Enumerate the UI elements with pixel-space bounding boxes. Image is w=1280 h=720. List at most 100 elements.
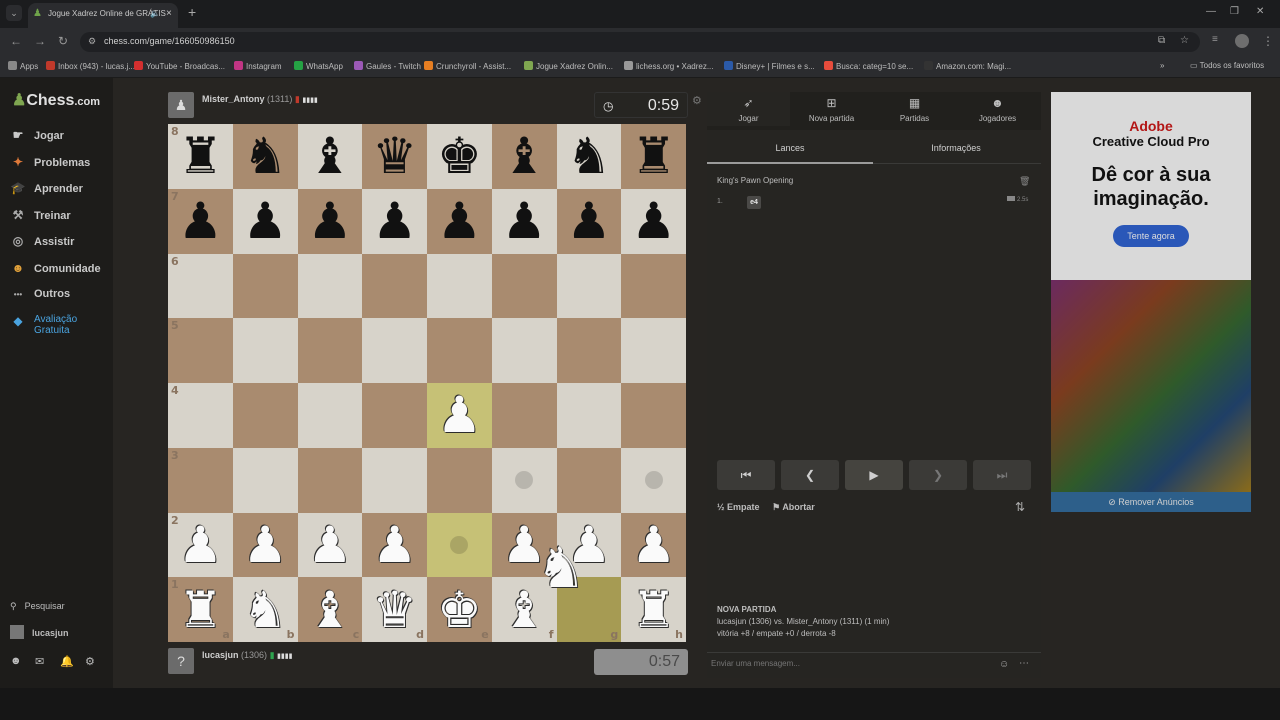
black-king[interactable]: ♚ bbox=[437, 131, 482, 181]
previous-move-button[interactable]: ❮ bbox=[781, 460, 839, 490]
profile-avatar[interactable] bbox=[1235, 34, 1249, 48]
tab-jogadores[interactable]: ☻ Jogadores bbox=[956, 96, 1039, 123]
ad-cta-button[interactable]: Tente agora bbox=[1113, 225, 1189, 247]
bookmark-item[interactable]: Instagram bbox=[234, 61, 282, 71]
new-tab-icon[interactable]: + bbox=[188, 4, 196, 20]
square-b1[interactable]: b ♞ bbox=[232, 577, 298, 642]
square-b4[interactable] bbox=[232, 383, 298, 448]
square-h5[interactable] bbox=[621, 318, 686, 383]
square-c8[interactable]: ♝ bbox=[297, 124, 363, 189]
square-g8[interactable]: ♞ bbox=[556, 124, 622, 189]
bookmark-item[interactable]: Inbox (943) - lucas.j... bbox=[46, 61, 135, 71]
square-h8[interactable]: ♜ bbox=[621, 124, 686, 189]
bookmark-item[interactable]: Disney+ | Filmes e s... bbox=[724, 61, 815, 71]
black-pawn[interactable]: ♟ bbox=[502, 196, 547, 246]
square-g7[interactable]: ♟ bbox=[556, 188, 622, 254]
sidebar-item-jogar[interactable]: ☛ Jogar bbox=[10, 128, 64, 142]
black-pawn[interactable]: ♟ bbox=[307, 196, 352, 246]
emoji-icon[interactable]: ☺ bbox=[999, 659, 1009, 670]
sidebar-item-aprender[interactable]: 🎓 Aprender bbox=[10, 181, 83, 195]
bookmark-item[interactable]: Gaules - Twitch bbox=[354, 61, 421, 71]
black-knight[interactable]: ♞ bbox=[243, 131, 288, 181]
opening-name[interactable]: King's Pawn Opening bbox=[717, 176, 793, 185]
sidebar-item-treinar[interactable]: ⚒ Treinar bbox=[10, 208, 71, 222]
notifications-icon[interactable]: 🔔 bbox=[60, 655, 74, 668]
square-h4[interactable] bbox=[621, 383, 686, 448]
square-e3[interactable] bbox=[427, 447, 492, 513]
speaker-icon[interactable]: 🔈 bbox=[150, 3, 160, 25]
sidebar-item-outros[interactable]: ••• Outros bbox=[10, 288, 70, 300]
sidebar-item-comunidade[interactable]: ☻ Comunidade bbox=[10, 261, 101, 275]
square-a3[interactable]: 3 bbox=[168, 447, 233, 513]
white-knight[interactable]: ♞ bbox=[243, 585, 288, 635]
more-options-icon[interactable]: ⋯ bbox=[1019, 658, 1029, 669]
install-icon[interactable]: ⧉ bbox=[1158, 35, 1165, 46]
close-tab-icon[interactable]: × bbox=[166, 3, 172, 25]
square-d7[interactable]: ♟ bbox=[362, 188, 427, 254]
tab-lances[interactable]: Lances bbox=[707, 136, 873, 164]
square-h7[interactable]: ♟ bbox=[621, 188, 686, 254]
square-h3[interactable] bbox=[621, 447, 686, 513]
tab-informacoes[interactable]: Informações bbox=[873, 143, 1039, 153]
black-bishop[interactable]: ♝ bbox=[307, 131, 352, 181]
more-bookmarks-icon[interactable]: » bbox=[1160, 61, 1164, 70]
dragged-white-knight[interactable]: ♞ bbox=[536, 536, 586, 601]
user-profile-link[interactable]: lucasjun bbox=[10, 625, 69, 639]
square-b3[interactable] bbox=[232, 447, 298, 513]
opponent-name[interactable]: Mister_Antony bbox=[202, 94, 265, 104]
minimize-icon[interactable]: — bbox=[1206, 6, 1216, 17]
flip-board-icon[interactable]: ⇅ bbox=[1015, 500, 1025, 514]
square-d5[interactable] bbox=[362, 318, 427, 383]
legal-move-dot[interactable] bbox=[515, 471, 534, 490]
tab-nova-partida[interactable]: ⊞ Nova partida bbox=[790, 96, 873, 123]
square-e2[interactable] bbox=[427, 512, 492, 578]
draw-button[interactable]: ½ Empate bbox=[717, 502, 760, 512]
advertisement[interactable]: Adobe Creative Cloud Pro Dê cor à sua im… bbox=[1051, 92, 1251, 512]
back-icon[interactable]: ← bbox=[10, 34, 22, 48]
square-e7[interactable]: ♟ bbox=[427, 188, 492, 254]
chesscom-logo[interactable]: ♟Chess.com bbox=[12, 90, 100, 110]
square-h2[interactable]: ♟ bbox=[621, 512, 686, 578]
square-c2[interactable]: ♟ bbox=[297, 512, 363, 578]
abort-button[interactable]: ⚑ Abortar bbox=[772, 502, 815, 512]
ad-frog-image[interactable] bbox=[1051, 280, 1251, 492]
bookmark-star-icon[interactable]: ☆ bbox=[1180, 35, 1189, 46]
square-e8[interactable]: ♚ bbox=[427, 124, 492, 189]
black-pawn[interactable]: ♟ bbox=[243, 196, 288, 246]
bookmark-item[interactable]: Busca: categ=10 se... bbox=[824, 61, 913, 71]
white-pawn[interactable]: ♟ bbox=[178, 520, 223, 570]
tab-search-icon[interactable]: ⌄ bbox=[6, 5, 22, 21]
square-f3[interactable] bbox=[491, 447, 557, 513]
site-info-icon[interactable]: ⚙ bbox=[88, 36, 96, 47]
search-link[interactable]: ⚲ Pesquisar bbox=[10, 601, 65, 612]
omnibox[interactable]: ⚙ chess.com/game/166050986150 ⧉ ☆ bbox=[80, 32, 1200, 52]
black-pawn[interactable]: ♟ bbox=[372, 196, 417, 246]
white-pawn[interactable]: ♟ bbox=[372, 520, 417, 570]
white-pawn[interactable]: ♟ bbox=[631, 520, 676, 570]
media-icon[interactable]: ≡ bbox=[1212, 34, 1218, 45]
bookmark-item[interactable]: YouTube - Broadcas... bbox=[134, 61, 225, 71]
black-pawn[interactable]: ♟ bbox=[178, 196, 223, 246]
square-b8[interactable]: ♞ bbox=[232, 124, 298, 189]
square-f8[interactable]: ♝ bbox=[491, 124, 557, 189]
square-f7[interactable]: ♟ bbox=[491, 188, 557, 254]
square-c7[interactable]: ♟ bbox=[297, 188, 363, 254]
square-b6[interactable] bbox=[232, 253, 298, 319]
square-g5[interactable] bbox=[556, 318, 622, 383]
maximize-icon[interactable]: ❐ bbox=[1230, 6, 1239, 17]
next-move-button[interactable]: ❯ bbox=[909, 460, 967, 490]
white-pawn[interactable]: ♟ bbox=[307, 520, 352, 570]
square-d8[interactable]: ♛ bbox=[362, 124, 427, 189]
square-g6[interactable] bbox=[556, 253, 622, 319]
white-pawn[interactable]: ♟ bbox=[437, 390, 482, 440]
square-a1[interactable]: 1 a ♜ bbox=[168, 577, 233, 642]
bookmark-item[interactable]: lichess.org • Xadrez... bbox=[624, 61, 714, 71]
board-settings-gear-icon[interactable]: ⚙ bbox=[692, 94, 702, 107]
white-queen[interactable]: ♛ bbox=[372, 585, 417, 635]
sidebar-item-problemas[interactable]: ✦ Problemas bbox=[10, 155, 90, 169]
ad-banner[interactable]: Adobe Creative Cloud Pro Dê cor à sua im… bbox=[1051, 92, 1251, 280]
square-g4[interactable] bbox=[556, 383, 622, 448]
square-d4[interactable] bbox=[362, 383, 427, 448]
square-b7[interactable]: ♟ bbox=[232, 188, 298, 254]
square-a7[interactable]: 7 ♟ bbox=[168, 188, 233, 254]
